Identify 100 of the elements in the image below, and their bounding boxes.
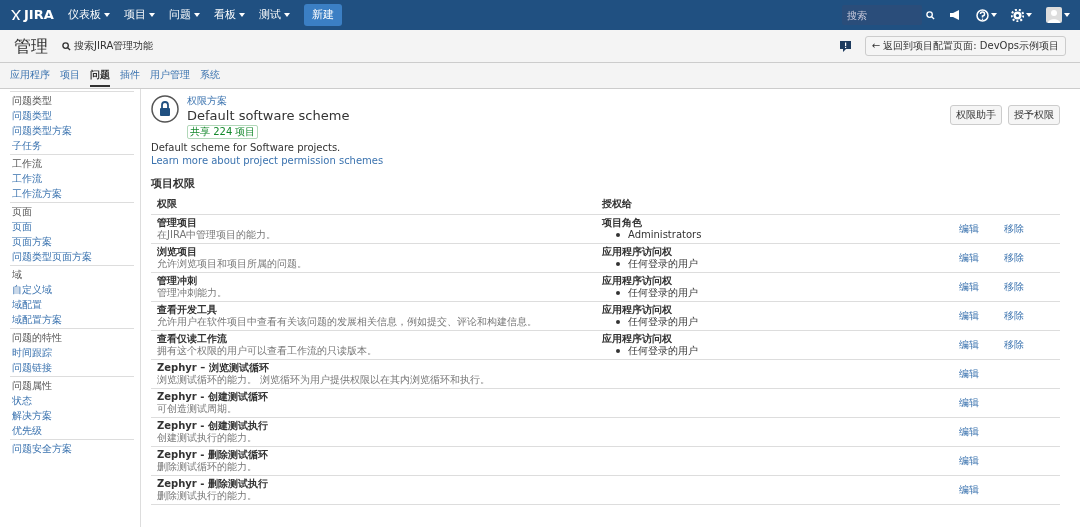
permission-name: Zephyr – 浏览测试循环 (157, 361, 270, 374)
feedback-icon[interactable] (839, 40, 851, 52)
sidebar-link[interactable]: 优先级 (10, 425, 134, 437)
permission-name: 查看仅读工作流 (157, 332, 228, 345)
permission-description: 浏览测试循环的能力。 浏览循环为用户提供权限以在其内浏览循环和执行。 (157, 373, 492, 386)
caret-icon (148, 13, 155, 17)
admin-tab[interactable]: 项目 (60, 64, 80, 87)
grantee-item: Administrators (628, 228, 702, 241)
permission-name: 查看开发工具 (157, 303, 218, 316)
permission-name: 管理冲刺 (157, 274, 198, 287)
settings-icon[interactable] (1011, 8, 1024, 22)
sidebar-link[interactable]: 状态 (10, 395, 134, 407)
sidebar-link[interactable]: 问题安全方案 (10, 443, 134, 455)
admin-search-link[interactable]: 搜索JIRA管理功能 (62, 40, 154, 52)
search-icon[interactable] (926, 10, 935, 20)
search-icon (62, 41, 71, 51)
sidebar-heading: 问题的特性 (11, 332, 63, 344)
caret-icon (238, 13, 245, 17)
grantee-item: 任何登录的用户 (628, 344, 698, 357)
remove-link[interactable]: 移除 (1004, 274, 1024, 293)
nav-menu[interactable]: 项目 (123, 8, 155, 22)
sidebar-link[interactable]: 时间跟踪 (10, 347, 134, 359)
sidebar-heading: 域 (11, 269, 23, 281)
grant-type: 项目角色 (602, 216, 643, 229)
breadcrumb-link[interactable]: 权限方案 (187, 95, 350, 107)
scheme-action-button[interactable]: 授予权限 (1008, 105, 1060, 125)
edit-link[interactable]: 编辑 (959, 361, 979, 380)
sidebar-link[interactable]: 工作流 (10, 173, 134, 185)
create-button[interactable]: 新建 (303, 4, 342, 26)
edit-link[interactable]: 编辑 (959, 390, 979, 409)
back-to-project-button[interactable]: ← 返回到项目配置页面: DevOps示例项目 (864, 36, 1066, 56)
sidebar-link[interactable]: 页面方案 (10, 236, 134, 248)
section-heading: 项目权限 (151, 176, 196, 190)
permission-description: 删除测试循环的能力。 (157, 460, 258, 473)
caret-icon (193, 13, 200, 17)
sidebar-link[interactable]: 问题链接 (10, 362, 134, 374)
remove-link[interactable]: 移除 (1004, 303, 1024, 322)
sidebar-link[interactable]: 子任务 (10, 140, 134, 152)
sidebar-heading: 页面 (11, 206, 33, 218)
admin-tab[interactable]: 插件 (120, 64, 140, 87)
edit-link[interactable]: 编辑 (959, 245, 979, 264)
sidebar-link[interactable]: 解决方案 (10, 410, 134, 422)
column-header: 授权给 (602, 196, 633, 211)
page-title: 管理 (14, 35, 48, 57)
grant-type: 应用程序访问权 (602, 245, 673, 258)
grantee-item: 任何登录的用户 (628, 315, 698, 328)
admin-tab[interactable]: 问题 (90, 64, 110, 87)
megaphone-icon[interactable] (949, 9, 962, 21)
search-field[interactable]: 搜索 (842, 5, 922, 25)
remove-link[interactable]: 移除 (1004, 216, 1024, 235)
nav-menu[interactable]: 问题 (168, 8, 200, 22)
edit-link[interactable]: 编辑 (959, 216, 979, 235)
sidebar-link[interactable]: 域配置方案 (10, 314, 134, 326)
permission-description: 允许用户在软件项目中查看有关该问题的发展相关信息，例如提交、评论和构建信息。 (157, 315, 538, 328)
sidebar-link[interactable]: 页面 (10, 221, 134, 233)
edit-link[interactable]: 编辑 (959, 419, 979, 438)
sidebar-heading: 问题类型 (11, 95, 53, 107)
permission-description: 可创造测试周期。 (157, 402, 238, 415)
edit-link[interactable]: 编辑 (959, 332, 979, 351)
sidebar-link[interactable]: 问题类型页面方案 (10, 251, 134, 263)
lock-icon (151, 95, 179, 123)
remove-link[interactable]: 移除 (1004, 245, 1024, 264)
shared-projects-badge[interactable]: 共享 224 项目 (187, 124, 259, 139)
sidebar-link[interactable]: 问题类型 (10, 110, 134, 122)
permission-name: Zephyr - 删除测试执行 (157, 477, 269, 490)
caret-icon (1064, 13, 1070, 17)
help-icon[interactable] (976, 8, 989, 22)
nav-menu[interactable]: 看板 (213, 8, 245, 22)
scheme-description: Default scheme for Software projects. (151, 141, 342, 154)
permission-name: 浏览项目 (157, 245, 198, 258)
bullet-icon (616, 319, 620, 324)
learn-more-link[interactable]: Learn more about project permission schemes (151, 154, 1060, 167)
edit-link[interactable]: 编辑 (959, 448, 979, 467)
grant-type: 应用程序访问权 (602, 274, 673, 287)
permission-name: 管理项目 (157, 216, 198, 229)
edit-link[interactable]: 编辑 (959, 303, 979, 322)
sidebar-link[interactable]: 域配置 (10, 299, 134, 311)
bullet-icon (616, 348, 620, 353)
jira-logo[interactable]: JIRA (10, 7, 54, 23)
caret-icon (103, 13, 110, 17)
scheme-action-button[interactable]: 权限助手 (950, 105, 1002, 125)
edit-link[interactable]: 编辑 (959, 477, 979, 496)
grant-type: 应用程序访问权 (602, 332, 673, 345)
bullet-icon (616, 261, 620, 266)
caret-icon (283, 13, 290, 17)
nav-menu[interactable]: 仪表板 (67, 8, 110, 22)
permission-description: 拥有这个权限的用户可以查看工作流的只读版本。 (157, 344, 378, 357)
column-header: 权限 (157, 196, 178, 211)
caret-icon (991, 13, 997, 17)
sidebar-link[interactable]: 自定义域 (10, 284, 134, 296)
nav-menu[interactable]: 测试 (258, 8, 290, 22)
admin-tab[interactable]: 系统 (200, 64, 220, 87)
edit-link[interactable]: 编辑 (959, 274, 979, 293)
sidebar-link[interactable]: 工作流方案 (10, 188, 134, 200)
grant-type: 应用程序访问权 (602, 303, 673, 316)
sidebar-link[interactable]: 问题类型方案 (10, 125, 134, 137)
admin-tab[interactable]: 用户管理 (150, 64, 190, 87)
permission-description: 删除测试执行的能力。 (157, 489, 258, 502)
admin-tab[interactable]: 应用程序 (10, 64, 50, 87)
remove-link[interactable]: 移除 (1004, 332, 1024, 351)
